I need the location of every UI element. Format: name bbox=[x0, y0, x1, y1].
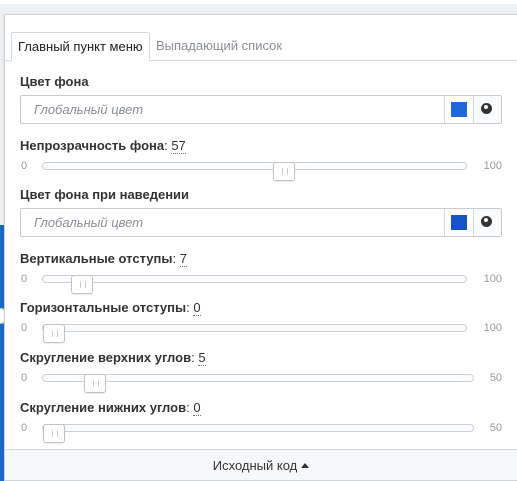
slider-handle[interactable] bbox=[43, 424, 65, 443]
slider-max-label: 50 bbox=[489, 422, 502, 434]
grip-icon bbox=[93, 380, 99, 387]
bg-color-field[interactable]: Глобальный цвет bbox=[20, 95, 502, 124]
globe-icon bbox=[481, 216, 492, 227]
horizontal-padding-label: Горизонтальные отступы: 0 bbox=[20, 300, 201, 316]
slider-handle[interactable] bbox=[272, 162, 295, 181]
bottom-radius-value[interactable]: 0 bbox=[193, 400, 201, 416]
slider-min-label: 0 bbox=[21, 273, 28, 285]
slider-max-label: 100 bbox=[483, 273, 502, 285]
slider-max-label: 100 bbox=[483, 160, 502, 172]
slider-track[interactable] bbox=[42, 275, 467, 294]
slider-track[interactable] bbox=[42, 374, 474, 393]
globe-icon bbox=[481, 103, 492, 114]
tab-main-menu-item[interactable]: Главный пункт меню bbox=[11, 32, 150, 61]
settings-content: Цвет фона Глобальный цвет Непрозрачность… bbox=[20, 61, 502, 451]
grip-icon bbox=[281, 168, 288, 175]
slider-track[interactable] bbox=[42, 324, 467, 343]
slider-track[interactable] bbox=[42, 162, 467, 181]
hover-bg-color-global-button[interactable] bbox=[473, 209, 501, 236]
vertical-padding-slider: 0 100 bbox=[20, 270, 502, 294]
vertical-padding-label: Вертикальные отступы: 7 bbox=[20, 251, 187, 267]
slider-min-label: 0 bbox=[21, 160, 28, 172]
slider-handle[interactable] bbox=[43, 324, 65, 343]
bg-color-placeholder: Глобальный цвет bbox=[34, 102, 144, 117]
source-code-toggle[interactable]: Исходный код bbox=[5, 449, 517, 480]
bg-opacity-slider: 0 100 bbox=[20, 157, 502, 181]
slider-handle[interactable] bbox=[84, 374, 106, 393]
grip-icon bbox=[80, 281, 87, 288]
bg-opacity-value[interactable]: 57 bbox=[171, 138, 186, 154]
hover-bg-color-label: Цвет фона при наведении bbox=[20, 187, 190, 202]
horizontal-padding-value[interactable]: 0 bbox=[193, 300, 201, 316]
slider-min-label: 0 bbox=[21, 322, 28, 334]
top-radius-slider: 0 50 bbox=[20, 369, 502, 393]
hover-bg-color-placeholder: Глобальный цвет bbox=[34, 215, 144, 230]
grip-icon bbox=[52, 430, 58, 437]
bottom-radius-slider: 0 50 bbox=[20, 419, 502, 443]
window-top-edge bbox=[0, 0, 517, 4]
slider-track[interactable] bbox=[42, 424, 474, 443]
bg-opacity-label: Непрозрачность фона: 57 bbox=[20, 138, 186, 154]
bg-color-swatch-button[interactable] bbox=[444, 96, 473, 123]
bg-color-label: Цвет фона bbox=[20, 74, 89, 89]
hover-bg-color-field[interactable]: Глобальный цвет bbox=[20, 208, 502, 237]
slider-min-label: 0 bbox=[21, 372, 28, 384]
slider-max-label: 50 bbox=[489, 372, 502, 384]
source-code-label: Исходный код bbox=[212, 458, 298, 473]
caret-up-icon bbox=[301, 463, 310, 468]
tab-dropdown-list[interactable]: Выпадающий список bbox=[150, 32, 288, 60]
slider-min-label: 0 bbox=[21, 422, 28, 434]
bg-color-global-button[interactable] bbox=[473, 96, 501, 123]
hover-bg-color-swatch-button[interactable] bbox=[444, 209, 473, 236]
vertical-padding-value[interactable]: 7 bbox=[179, 251, 187, 267]
grip-icon bbox=[52, 330, 58, 337]
horizontal-padding-slider: 0 100 bbox=[20, 319, 502, 343]
top-radius-value[interactable]: 5 bbox=[198, 350, 206, 366]
bg-color-swatch bbox=[451, 102, 467, 117]
slider-max-label: 100 bbox=[483, 322, 502, 334]
settings-popup: Главный пункт меню Выпадающий список Цве… bbox=[4, 14, 517, 481]
tab-bar: Главный пункт меню Выпадающий список bbox=[5, 15, 517, 61]
hover-bg-color-swatch bbox=[451, 215, 467, 230]
slider-handle[interactable] bbox=[71, 275, 94, 294]
top-radius-label: Скругление верхних углов: 5 bbox=[20, 350, 206, 366]
bottom-radius-label: Скругление нижних углов: 0 bbox=[20, 400, 201, 416]
